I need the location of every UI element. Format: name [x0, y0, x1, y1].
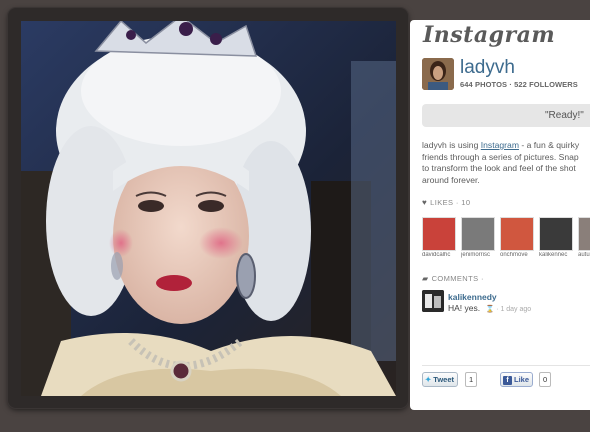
liker-avatar[interactable] — [578, 217, 590, 251]
liker-name[interactable]: kalikennec — [539, 252, 577, 258]
user-avatar[interactable] — [422, 58, 454, 90]
comments-label: COMMENTS · — [431, 274, 484, 283]
tweet-count: 1 — [465, 372, 478, 387]
user-stats: 644 PHOTOS · 522 FOLLOWERS — [460, 80, 578, 89]
photo-details-panel: Instagram ladyvh 644 PHOTOS · 522 FOLLOW… — [410, 20, 590, 410]
instagram-link[interactable]: Instagram — [481, 140, 519, 150]
caption-box: "Ready!" — [422, 104, 590, 127]
avatar-image — [422, 58, 454, 90]
tweet-button[interactable]: ✦ Tweet — [422, 372, 458, 387]
facebook-icon: f — [503, 376, 512, 385]
liker-name[interactable]: onchmove — [500, 252, 538, 258]
comment-body: HA! yes. ⌛ · 1 day ago — [448, 303, 531, 313]
comment-time: ⌛ · 1 day ago — [485, 306, 532, 313]
likes-header: ♥ LIKES · 10 — [422, 198, 470, 207]
username-link[interactable]: ladyvh — [460, 57, 515, 79]
liker-name[interactable]: autu — [578, 252, 590, 258]
blurb-text: ladyvh is using — [422, 140, 481, 150]
commenter-avatar-image — [422, 290, 444, 312]
divider — [422, 365, 590, 366]
main-photo[interactable] — [21, 21, 396, 396]
liker-avatar[interactable] — [422, 217, 456, 251]
heart-icon: ♥ — [422, 198, 428, 207]
comment-timestamp: 1 day ago — [500, 306, 532, 313]
commenter-username[interactable]: kalikennedy — [448, 292, 497, 302]
liker-name[interactable]: davidcalhc — [422, 252, 460, 258]
facebook-like-button[interactable]: f Like — [500, 372, 534, 387]
instagram-logo[interactable]: Instagram — [423, 22, 555, 48]
twitter-bird-icon: ✦ — [425, 375, 432, 384]
speech-bubble-icon: ▰ — [422, 274, 429, 283]
tweet-label: Tweet — [433, 375, 454, 384]
comment-text: HA! yes. — [448, 303, 481, 313]
photo-caption: "Ready!" — [545, 110, 584, 121]
likers-list: davidcalhc jenimorrisc onchmove kalikenn… — [422, 217, 590, 261]
about-blurb: ladyvh is using Instagram - a fun & quir… — [422, 140, 590, 186]
photo-image — [21, 21, 396, 396]
liker-avatar[interactable] — [539, 217, 573, 251]
blurb-text: to transform the look and feel of the sh… — [422, 163, 576, 173]
blurb-text: around forever. — [422, 174, 480, 185]
likes-label: LIKES · 10 — [430, 198, 471, 207]
photo-frame — [8, 8, 408, 408]
blurb-text: friends through a series of pictures. Sn… — [422, 151, 579, 162]
liker-avatar[interactable] — [461, 217, 495, 251]
commenter-avatar[interactable] — [422, 290, 444, 312]
liker-name[interactable]: jenimorrisc — [461, 252, 499, 258]
blurb-text: - a fun & quirky — [518, 140, 580, 150]
comments-header: ▰ COMMENTS · — [422, 274, 484, 283]
like-count: 0 — [539, 372, 552, 387]
liker-avatar[interactable] — [500, 217, 534, 251]
like-label: Like — [514, 375, 530, 384]
